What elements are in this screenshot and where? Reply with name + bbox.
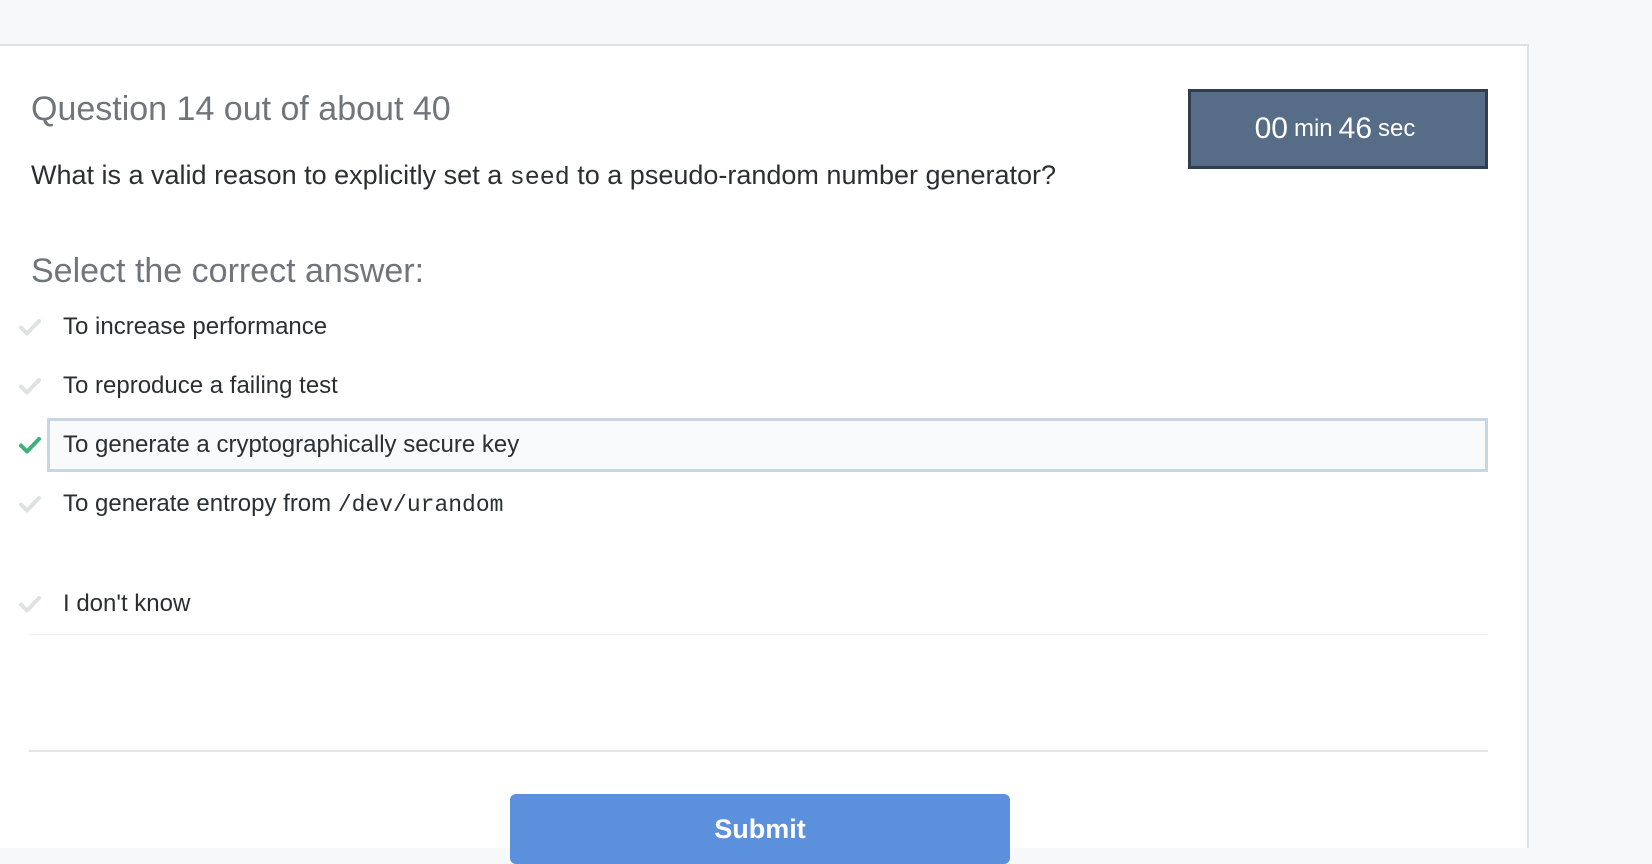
question-code: seed bbox=[509, 163, 570, 192]
answer-label: To increase performance bbox=[63, 313, 328, 340]
select-answer-heading: Select the correct answer: bbox=[31, 252, 425, 290]
answer-label: To generate entropy from /dev/urandom bbox=[63, 490, 503, 518]
question-text-before: What is a valid reason to explicitly set… bbox=[31, 160, 503, 190]
timer-seconds: 46 bbox=[1338, 112, 1373, 145]
submit-divider bbox=[29, 750, 1488, 752]
timer-minutes: 00 bbox=[1254, 112, 1288, 145]
answer-option[interactable]: To increase performance bbox=[47, 300, 1488, 354]
submit-button[interactable]: Submit bbox=[510, 794, 1010, 864]
question-text: What is a valid reason to explicitly set… bbox=[31, 160, 1056, 192]
check-icon bbox=[19, 434, 41, 456]
top-bar bbox=[0, 0, 1652, 44]
quiz-card: Question 14 out of about 40 00 min 46 se… bbox=[0, 44, 1529, 864]
check-icon bbox=[19, 593, 41, 615]
answer-label-code: /dev/urandom bbox=[337, 492, 504, 518]
question-counter: Question 14 out of about 40 bbox=[31, 90, 451, 128]
timer-sec-unit: sec bbox=[1378, 115, 1416, 142]
answer-divider bbox=[29, 634, 1488, 635]
timer-min-unit: min bbox=[1293, 115, 1333, 142]
answer-label: To reproduce a failing test bbox=[63, 372, 338, 399]
check-icon bbox=[19, 316, 41, 338]
answer-label: To generate a cryptographically secure k… bbox=[63, 431, 520, 458]
question-text-after: to a pseudo-random number generator? bbox=[577, 160, 1057, 190]
answer-option[interactable]: To generate entropy from /dev/urandom bbox=[47, 477, 1488, 531]
check-icon bbox=[19, 375, 41, 397]
answer-option-selected[interactable]: To generate a cryptographically secure k… bbox=[47, 418, 1488, 472]
countdown-timer: 00 min 46 sec bbox=[1188, 89, 1488, 169]
dont-know-label: I don't know bbox=[63, 590, 191, 617]
answer-option[interactable]: To reproduce a failing test bbox=[47, 359, 1488, 413]
check-icon bbox=[19, 493, 41, 515]
answer-label-text: To generate entropy from bbox=[63, 490, 332, 517]
dont-know-option[interactable]: I don't know bbox=[47, 577, 1488, 631]
